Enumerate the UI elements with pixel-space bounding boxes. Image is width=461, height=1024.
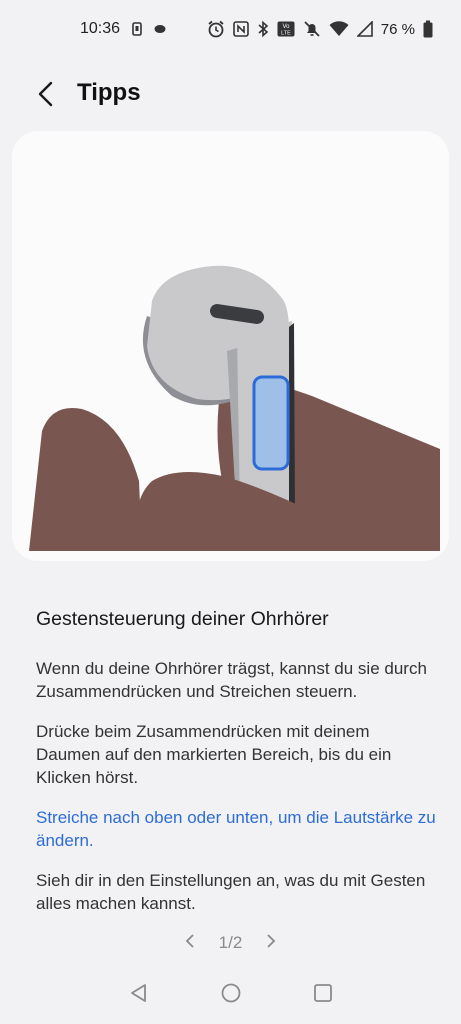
status-left: 10:36 [80, 20, 166, 38]
volume-tip-link[interactable]: Streiche nach oben oder unten, um die La… [36, 806, 436, 852]
earbud-stem-edge [289, 323, 295, 524]
status-bar: 10:36 Vo LTE 76 % [0, 0, 461, 58]
nav-recents-icon [313, 983, 333, 1008]
phone-icon [132, 22, 142, 36]
battery-percent: 76 % [380, 20, 415, 38]
pager: 1/2 [0, 928, 461, 958]
tip-paragraph-2: Drücke beim Zusammendrücken mit deinem D… [36, 722, 392, 787]
svg-text:LTE: LTE [281, 31, 291, 37]
earbud-illustration [29, 265, 440, 551]
mute-icon [303, 20, 321, 38]
status-time: 10:36 [80, 20, 121, 37]
tip-paragraph-1: Wenn du deine Ohrhörer trägst, kannst du… [36, 659, 427, 701]
next-page-button[interactable] [260, 932, 282, 954]
touch-area [252, 375, 290, 471]
back-arrow-icon [36, 81, 56, 112]
page-title: Tipps [77, 79, 141, 106]
back-button[interactable] [28, 78, 64, 114]
nfc-icon [232, 21, 249, 37]
bluetooth-icon [257, 20, 269, 38]
hand-left-finger [29, 407, 142, 551]
nav-back-button[interactable] [124, 980, 154, 1010]
tip-heading: Gestensteuerung deiner Ohrhörer [36, 608, 329, 630]
illustration-card [12, 131, 449, 561]
navigation-bar [0, 972, 461, 1018]
volte-icon: Vo LTE [277, 21, 295, 37]
nav-recents-button[interactable] [308, 980, 338, 1010]
status-right: Vo LTE 76 % [207, 20, 433, 38]
dot-icon [154, 24, 166, 34]
wifi-icon [329, 21, 349, 37]
earbud-speaker [210, 304, 264, 324]
tip-content: Gestensteuerung deiner Ohrhörer Wenn du … [36, 606, 436, 918]
chevron-left-icon [185, 933, 195, 954]
alarm-icon [207, 20, 225, 38]
nav-back-icon [129, 983, 149, 1008]
svg-text:Vo: Vo [282, 24, 290, 30]
previous-page-button[interactable] [179, 932, 201, 954]
chevron-right-icon [266, 933, 276, 954]
nav-home-icon [220, 982, 242, 1009]
page-indicator: 1/2 [218, 933, 243, 952]
nav-home-button[interactable] [216, 980, 246, 1010]
tip-paragraph-3: Sieh dir in den Einstellungen an, was du… [36, 871, 426, 913]
header: Tipps [0, 72, 461, 116]
signal-icon [356, 21, 373, 37]
battery-icon [423, 20, 433, 38]
